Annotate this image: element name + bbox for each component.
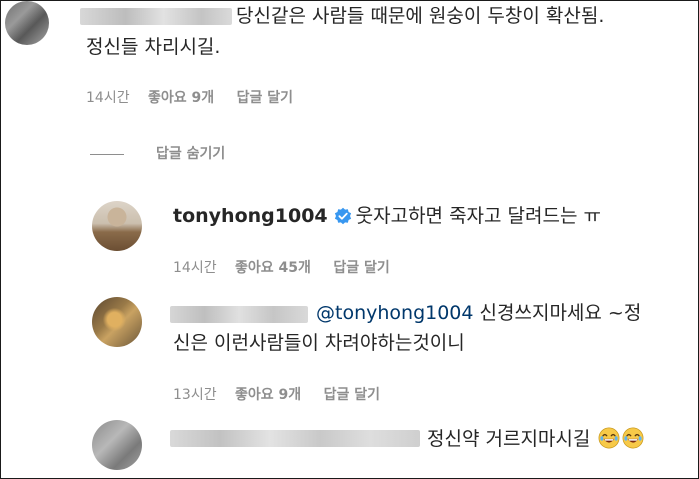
reply-meta: 13시간 좋아요 9개 답글 달기 <box>173 386 380 404</box>
reply-text-line2: 신은 이런사람들이 차려야하는것이니 <box>173 332 465 354</box>
reply-meta: 14시간 좋아요 45개 답글 달기 <box>173 259 390 277</box>
reply-line: tonyhong1004 웃자고하면 죽자고 달려드는 ㅠ <box>173 203 601 233</box>
reply-text: 웃자고하면 죽자고 달려드는 ㅠ <box>355 205 602 227</box>
reply-text: 정신약 거르지마시길 <box>427 428 591 450</box>
mention-link[interactable]: @tonyhong1004 <box>316 302 473 324</box>
comment-text-line2: 정신들 차리시길. <box>86 36 221 58</box>
reply-button[interactable]: 답글 달기 <box>237 90 293 106</box>
hide-replies-button[interactable]: 답글 숨기기 <box>156 145 225 163</box>
laughing-emoji-icon <box>598 427 620 457</box>
reply-text-line: 정신약 거르지마시길 <box>427 426 644 457</box>
comment-likes[interactable]: 좋아요 9개 <box>148 90 214 106</box>
avatar[interactable] <box>5 1 49 45</box>
comment-time[interactable]: 14시간 <box>86 90 130 106</box>
blurred-username[interactable] <box>170 430 420 447</box>
reply-time[interactable]: 14시간 <box>173 260 217 276</box>
avatar[interactable] <box>92 420 142 470</box>
verified-badge-icon <box>334 206 352 233</box>
comment-meta: 14시간 좋아요 9개 답글 달기 <box>86 89 293 107</box>
avatar[interactable] <box>92 201 142 251</box>
reply-text: 신경쓰지마세요 ~정 <box>473 302 642 324</box>
laughing-emoji-icon <box>622 427 644 457</box>
hide-replies-line <box>90 154 124 155</box>
reply-text-line1: @tonyhong1004 신경쓰지마세요 ~정 <box>316 300 641 327</box>
comment-text-line1: 당신같은 사람들 때문에 원숭이 두창이 확산됨. <box>236 5 605 27</box>
reply-likes[interactable]: 좋아요 45개 <box>235 260 311 276</box>
reply-button[interactable]: 답글 달기 <box>333 260 389 276</box>
username[interactable]: tonyhong1004 <box>173 205 328 227</box>
reply-time[interactable]: 13시간 <box>173 387 217 403</box>
blurred-username[interactable] <box>170 306 308 323</box>
blurred-username[interactable] <box>80 8 232 25</box>
avatar[interactable] <box>92 297 142 347</box>
reply-button[interactable]: 답글 달기 <box>324 387 380 403</box>
reply-likes[interactable]: 좋아요 9개 <box>235 387 301 403</box>
